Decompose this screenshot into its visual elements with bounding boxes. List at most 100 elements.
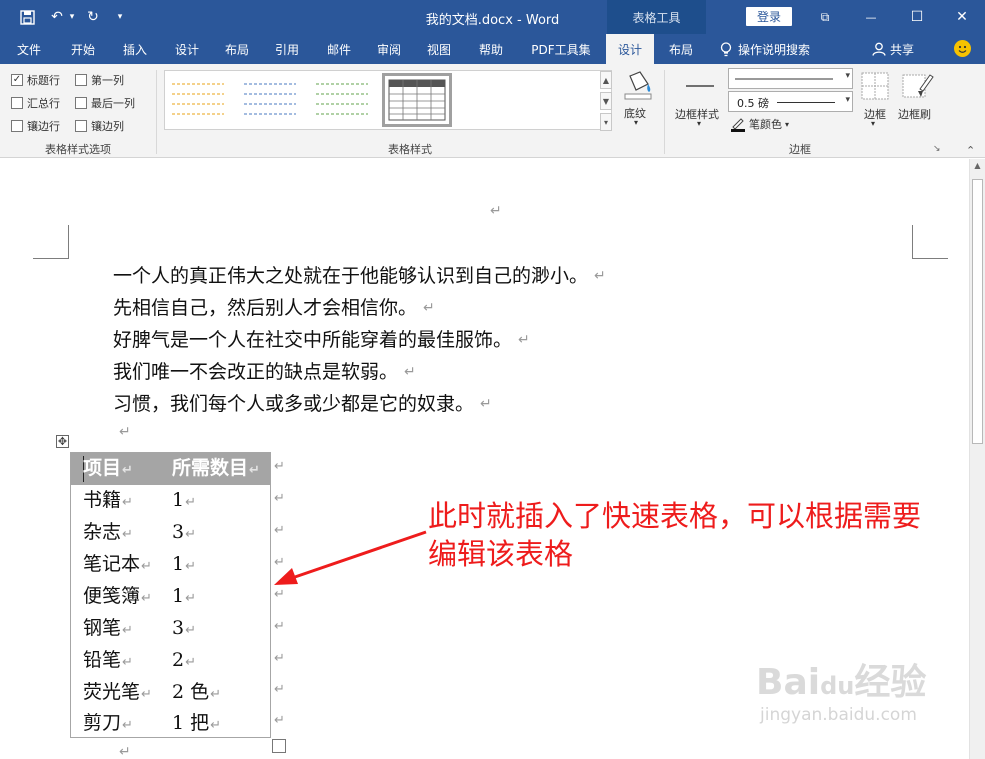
restore-icon[interactable]: ☐ (894, 0, 940, 34)
group-label-table-styles: 表格样式 (388, 143, 432, 156)
table-style-green[interactable] (312, 76, 372, 124)
person-icon (872, 42, 886, 56)
paragraph-mark: ↵ (423, 300, 435, 316)
tab-help[interactable]: 帮助 (468, 34, 514, 64)
vertical-scrollbar[interactable]: ▲ (969, 159, 985, 759)
gallery-scroll-down-icon[interactable]: ▼ (600, 92, 612, 110)
paragraph-3[interactable]: 好脾气是一个人在社交中所能穿着的最佳服饰。 ↵ (113, 328, 530, 352)
border-styles-icon[interactable] (682, 72, 718, 102)
tab-review[interactable]: 审阅 (366, 34, 412, 64)
save-icon[interactable] (14, 0, 40, 34)
borders-dialog-launcher-icon[interactable]: ↘ (933, 144, 941, 154)
table-header-cell[interactable]: 所需数目↵ (172, 456, 260, 483)
customize-qat-icon[interactable]: ▾ (112, 0, 128, 34)
checkbox-box[interactable]: ✓ (11, 74, 23, 86)
redo-icon[interactable]: ↻ (82, 0, 104, 34)
table-cell[interactable]: 钢笔↵ (83, 616, 133, 643)
login-button[interactable]: 登录 (746, 7, 792, 26)
table-cell[interactable]: 笔记本↵ (83, 552, 152, 579)
end-of-row-mark: ↵ (274, 682, 285, 697)
line-weight-dropdown[interactable]: 0.5 磅 ▾ (728, 91, 853, 112)
tab-file[interactable]: 文件 (6, 34, 52, 64)
table-resize-handle[interactable] (272, 739, 286, 753)
end-of-row-mark: ↵ (274, 491, 285, 506)
collapse-ribbon-icon[interactable]: ⌃ (966, 144, 975, 157)
minimize-icon[interactable]: — (848, 0, 894, 34)
tab-references[interactable]: 引用 (264, 34, 310, 64)
tab-view[interactable]: 视图 (416, 34, 462, 64)
border-painter-label[interactable]: 边框刷 (898, 106, 931, 122)
table-cell[interactable]: 3↵ (172, 616, 196, 643)
table-cell[interactable]: 1↵ (172, 584, 196, 611)
paragraph-2[interactable]: 先相信自己，然后别人才会相信你。 ↵ (113, 296, 435, 320)
shading-dropdown-icon[interactable]: ▾ (634, 118, 638, 127)
pen-color-label: 笔颜色 (749, 118, 782, 131)
checkbox-label: 镶边行 (27, 120, 60, 133)
paragraph-text: 习惯，我们每个人或多或少都是它的奴隶。 (113, 393, 475, 415)
tab-home[interactable]: 开始 (60, 34, 106, 64)
close-icon[interactable]: ✕ (939, 0, 985, 34)
borders-grid-icon[interactable] (861, 71, 889, 101)
paragraph-5[interactable]: 习惯，我们每个人或多或少都是它的奴隶。 ↵ (113, 392, 492, 416)
checkbox-box[interactable] (75, 97, 87, 109)
pen-color-button[interactable]: 笔颜色 ▾ (730, 116, 789, 132)
watermark-brand-tail: 经验 (854, 662, 927, 703)
paragraph-1[interactable]: 一个人的真正伟大之处就在于他能够认识到自己的渺小。 ↵ (113, 264, 606, 288)
line-style-dropdown[interactable]: ▾ (728, 68, 853, 89)
table-cell[interactable]: 便笺簿↵ (83, 584, 152, 611)
paragraph-mark: ↵ (404, 364, 416, 380)
checkbox-box[interactable] (75, 74, 87, 86)
undo-dropdown-icon[interactable]: ▾ (66, 0, 78, 34)
smiley-icon[interactable] (954, 40, 971, 57)
checkbox-label: 最后一列 (91, 97, 135, 110)
checkbox-last-column[interactable]: 最后一列 (75, 95, 135, 111)
annotation-line: 此时就插入了快速表格，可以根据需要 (428, 499, 922, 533)
table-tools-header: 表格工具 (607, 0, 706, 34)
tab-design[interactable]: 设计 (164, 34, 210, 64)
checkbox-banded-rows[interactable]: 镶边行 (11, 118, 60, 134)
table-cell[interactable]: 1↵ (172, 488, 196, 515)
table-cell[interactable]: 剪刀↵ (83, 711, 133, 738)
table-style-grid-selected[interactable] (382, 73, 452, 127)
tell-me-search[interactable]: 操作说明搜索 (720, 34, 810, 64)
tab-layout[interactable]: 布局 (214, 34, 260, 64)
border-painter-icon[interactable] (902, 71, 934, 101)
tab-table-layout[interactable]: 布局 (658, 34, 704, 64)
paragraph-4[interactable]: 我们唯一不会改正的缺点是软弱。 ↵ (113, 360, 416, 384)
ribbon-display-options-icon[interactable]: ⧉ (802, 0, 848, 34)
quick-table[interactable]: 项目↵ 所需数目↵ 书籍↵ 1↵ 杂志↵ 3↵ 笔记本↵ 1↵ 便笺簿↵ 1↵ … (70, 452, 271, 738)
checkbox-first-column[interactable]: 第一列 (75, 72, 124, 88)
tab-mailings[interactable]: 邮件 (316, 34, 362, 64)
border-styles-dropdown-icon[interactable]: ▾ (697, 119, 701, 128)
table-header-cell[interactable]: 项目↵ (83, 456, 133, 483)
share-button[interactable]: 共享 (872, 34, 914, 64)
table-style-blue[interactable] (240, 76, 300, 124)
scroll-up-icon[interactable]: ▲ (972, 161, 983, 175)
table-cell[interactable]: 2 色↵ (172, 680, 221, 707)
gallery-scroll-up-icon[interactable]: ▲ (600, 71, 612, 89)
table-cell[interactable]: 铅笔↵ (83, 648, 133, 675)
checkbox-box[interactable] (75, 120, 87, 132)
checkbox-banded-columns[interactable]: 镶边列 (75, 118, 124, 134)
undo-icon[interactable]: ↶ (46, 0, 68, 34)
checkbox-box[interactable] (11, 120, 23, 132)
borders-dropdown-icon[interactable]: ▾ (871, 119, 875, 128)
table-cell[interactable]: 2↵ (172, 648, 196, 675)
tab-pdf-tools[interactable]: PDF工具集 (524, 34, 598, 64)
tab-table-design[interactable]: 设计 (606, 34, 654, 64)
checkbox-total-row[interactable]: 汇总行 (11, 95, 60, 111)
table-cell[interactable]: 3↵ (172, 520, 196, 547)
shading-bucket-icon[interactable] (620, 70, 656, 100)
table-cell[interactable]: 荧光笔↵ (83, 680, 152, 707)
table-cell[interactable]: 书籍↵ (83, 488, 133, 515)
table-move-icon[interactable]: ✥ (56, 435, 69, 448)
gallery-more-icon[interactable]: ▾ (600, 113, 612, 131)
table-style-orange[interactable] (168, 76, 228, 124)
table-cell[interactable]: 杂志↵ (83, 520, 133, 547)
checkbox-box[interactable] (11, 97, 23, 109)
scrollbar-thumb[interactable] (972, 179, 983, 444)
checkbox-header-row[interactable]: ✓ 标题行 (11, 72, 60, 88)
tab-insert[interactable]: 插入 (112, 34, 158, 64)
table-cell[interactable]: 1↵ (172, 552, 196, 579)
table-cell[interactable]: 1 把↵ (172, 711, 221, 738)
